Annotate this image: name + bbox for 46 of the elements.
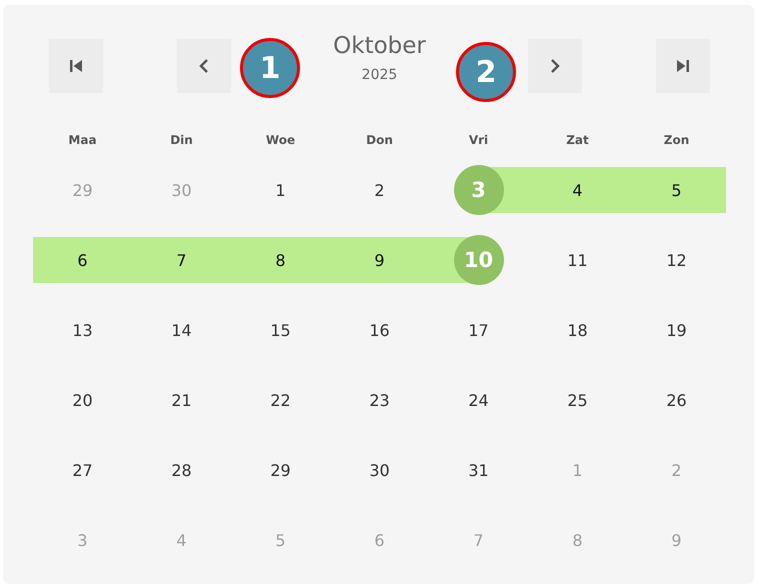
day-cell[interactable]: 21 [132,377,231,423]
weekday-label: Woe [266,133,296,147]
weekday-label: Vri [468,133,488,147]
day-cell[interactable]: 1 [231,167,330,213]
day-cell[interactable]: 26 [627,377,726,423]
month-title: Oktober [333,33,426,59]
in-range-day[interactable]: 4 [528,167,627,213]
in-range-day[interactable]: 5 [627,167,726,213]
day-cell[interactable]: 29 [231,447,330,493]
day-cell[interactable]: 13 [33,307,132,353]
callout-badge: 2 [456,42,516,102]
weekday-label: Maa [68,133,97,147]
weekday-label: Zon [664,133,690,147]
in-range-day[interactable]: 8 [231,237,330,283]
first-page-button[interactable] [49,39,103,93]
last-page-icon [675,58,691,74]
chevron-right-icon [549,58,561,74]
weekday-label: Din [170,133,193,147]
day-cell[interactable]: 22 [231,377,330,423]
day-cell[interactable]: 12 [627,237,726,283]
day-cell[interactable]: 2 [330,167,429,213]
weekday-label: Zat [566,133,589,147]
in-range-day[interactable]: 6 [33,237,132,283]
first-page-icon [68,58,84,74]
day-cell[interactable]: 16 [330,307,429,353]
in-range-day[interactable]: 7 [132,237,231,283]
day-cell[interactable]: 15 [231,307,330,353]
year-label: 2025 [362,67,398,83]
day-cell[interactable]: 20 [33,377,132,423]
day-cell[interactable]: 24 [429,377,528,423]
day-cell[interactable]: 19 [627,307,726,353]
in-range-day[interactable]: 9 [330,237,429,283]
day-cell[interactable]: 11 [528,237,627,283]
day-cell[interactable]: 14 [132,307,231,353]
day-cell[interactable]: 17 [429,307,528,353]
day-cell[interactable]: 28 [132,447,231,493]
day-cell[interactable]: 23 [330,377,429,423]
callout-badge: 1 [240,38,300,98]
day-cell[interactable]: 18 [528,307,627,353]
weekday-label: Don [366,133,393,147]
chevron-left-icon [198,58,210,74]
day-cell[interactable]: 31 [429,447,528,493]
day-cell[interactable]: 27 [33,447,132,493]
day-cell[interactable]: 30 [330,447,429,493]
day-cell[interactable]: 25 [528,377,627,423]
last-page-button[interactable] [656,39,710,93]
